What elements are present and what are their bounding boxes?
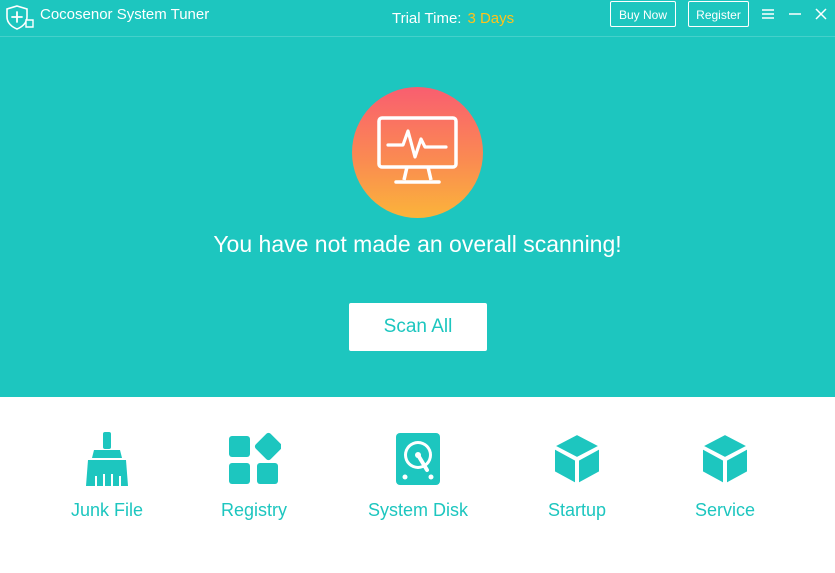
app-window: Cocosenor System Tuner Trial Time: 3 Days…: [0, 0, 835, 573]
close-icon[interactable]: [814, 7, 828, 21]
scan-panel: Cocosenor System Tuner Trial Time: 3 Days…: [0, 0, 835, 397]
tool-label: Registry: [220, 500, 287, 520]
minimize-icon[interactable]: [788, 7, 802, 21]
cube-icon: [690, 432, 760, 491]
registry-icon: [214, 432, 294, 491]
monitor-status-icon: [352, 87, 483, 218]
menu-icon[interactable]: [761, 7, 775, 21]
trial-days-value: 3 Days: [467, 10, 515, 27]
tool-junk-file[interactable]: Junk File: [66, 432, 148, 521]
trial-status: Trial Time: 3 Days: [392, 10, 514, 28]
tool-label: Startup: [547, 500, 607, 520]
tool-label: Junk File: [70, 500, 144, 520]
trial-label: Trial Time:: [392, 10, 462, 27]
buy-now-button[interactable]: Buy Now: [610, 1, 676, 27]
scan-all-button[interactable]: Scan All: [349, 303, 487, 351]
register-button[interactable]: Register: [688, 1, 749, 27]
disk-icon: [366, 432, 470, 491]
tool-label: Service: [694, 500, 756, 520]
tool-label: System Disk: [367, 500, 468, 520]
app-title: Cocosenor System Tuner: [40, 6, 210, 23]
scan-status-message: You have not made an overall scanning!: [213, 231, 622, 257]
tool-registry[interactable]: Registry: [214, 432, 294, 521]
broom-icon: [66, 432, 148, 491]
shield-logo-icon: [4, 3, 36, 31]
title-bar: Cocosenor System Tuner Trial Time: 3 Days…: [0, 0, 835, 37]
tool-system-disk[interactable]: System Disk: [366, 432, 470, 521]
tool-startup[interactable]: Startup: [541, 432, 613, 521]
tool-service[interactable]: Service: [690, 432, 760, 521]
cube-icon: [541, 432, 613, 491]
